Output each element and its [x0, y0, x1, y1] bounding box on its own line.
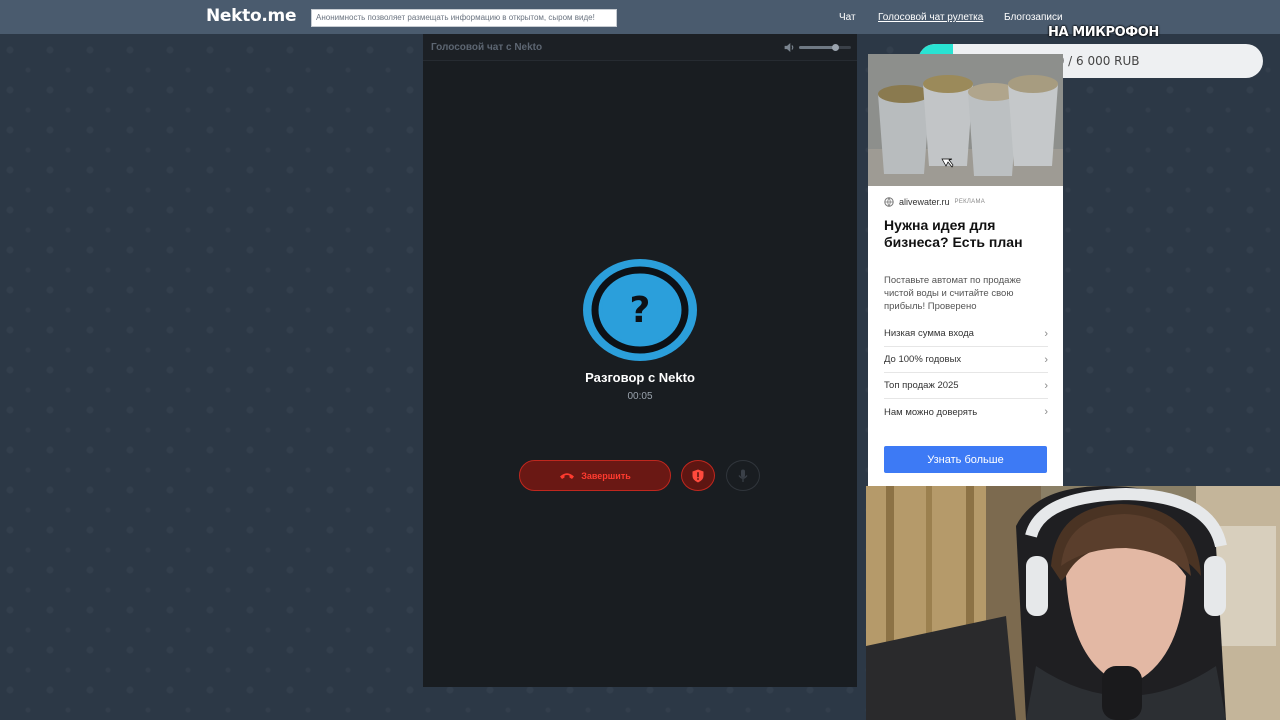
nav-link-blog[interactable]: Блогозаписи	[1004, 12, 1063, 23]
donation-goal-label: НА МИКРОФОН	[1048, 25, 1159, 40]
volume-slider[interactable]	[799, 44, 851, 51]
call-timer: 00:05	[627, 391, 653, 402]
globe-icon	[884, 197, 894, 207]
site-motto: Анонимность позволяет размещать информац…	[311, 9, 617, 27]
site-logo[interactable]: Nekto.me	[206, 6, 296, 26]
ad-source[interactable]: alivewater.ru РЕКЛАМА	[884, 197, 985, 207]
nav-link-chat[interactable]: Чат	[839, 12, 856, 23]
chevron-right-icon: ›	[1044, 353, 1048, 366]
volume-slider-fill	[799, 46, 836, 49]
volume-slider-handle[interactable]	[832, 44, 840, 51]
ad-link-label: До 100% годовых	[884, 354, 962, 365]
chevron-right-icon: ›	[1044, 327, 1048, 340]
ad-source-domain: alivewater.ru	[899, 197, 950, 207]
svg-text:?: ?	[630, 290, 651, 331]
microphone-icon	[738, 469, 748, 482]
chevron-right-icon: ›	[1044, 379, 1048, 392]
end-call-label: Завершить	[581, 470, 631, 481]
shield-icon	[692, 469, 704, 482]
advertisement[interactable]: alivewater.ru РЕКЛАМА Нужна идея для биз…	[868, 54, 1063, 486]
ad-link-label: Нам можно доверять	[884, 406, 978, 418]
volume-icon[interactable]	[783, 41, 796, 54]
ad-link-low-entry[interactable]: Низкая сумма входа ›	[884, 321, 1048, 347]
ad-link-label: Низкая сумма входа	[884, 328, 974, 339]
chat-header: Голосовой чат с Nekto	[423, 34, 857, 61]
ad-link-trust[interactable]: Нам можно доверять ›	[884, 399, 1048, 425]
microphone-button[interactable]	[726, 460, 760, 491]
ad-link-top-sales[interactable]: Топ продаж 2025 ›	[884, 373, 1048, 399]
nav-link-voice-roulette[interactable]: Голосовой чат рулетка	[878, 12, 983, 23]
ad-learn-more-button[interactable]: Узнать больше	[884, 446, 1047, 473]
question-mark-icon: ?	[583, 259, 697, 361]
chevron-right-icon: ›	[1044, 406, 1048, 418]
ad-link-returns[interactable]: До 100% годовых ›	[884, 347, 1048, 373]
hang-up-icon	[560, 473, 575, 479]
ad-link-label: Топ продаж 2025	[884, 380, 959, 391]
end-call-button[interactable]: Завершить	[519, 460, 671, 491]
webcam-overlay	[866, 486, 1280, 720]
chat-title: Голосовой чат с Nekto	[431, 42, 543, 53]
ad-description: Поставьте автомат по продаже чистой воды…	[884, 275, 1022, 312]
ad-headline[interactable]: Нужна идея для бизнеса? Есть план	[884, 217, 1054, 250]
ad-image-coin-buckets[interactable]	[868, 54, 1063, 186]
report-button[interactable]	[681, 460, 715, 491]
voice-chat-panel: Голосовой чат с Nekto ? Разговор с Nekto…	[423, 34, 857, 687]
ad-badge: РЕКЛАМА	[954, 199, 986, 205]
call-title: Разговор с Nekto	[585, 370, 695, 385]
ad-links-list: Низкая сумма входа › До 100% годовых › Т…	[884, 321, 1048, 425]
